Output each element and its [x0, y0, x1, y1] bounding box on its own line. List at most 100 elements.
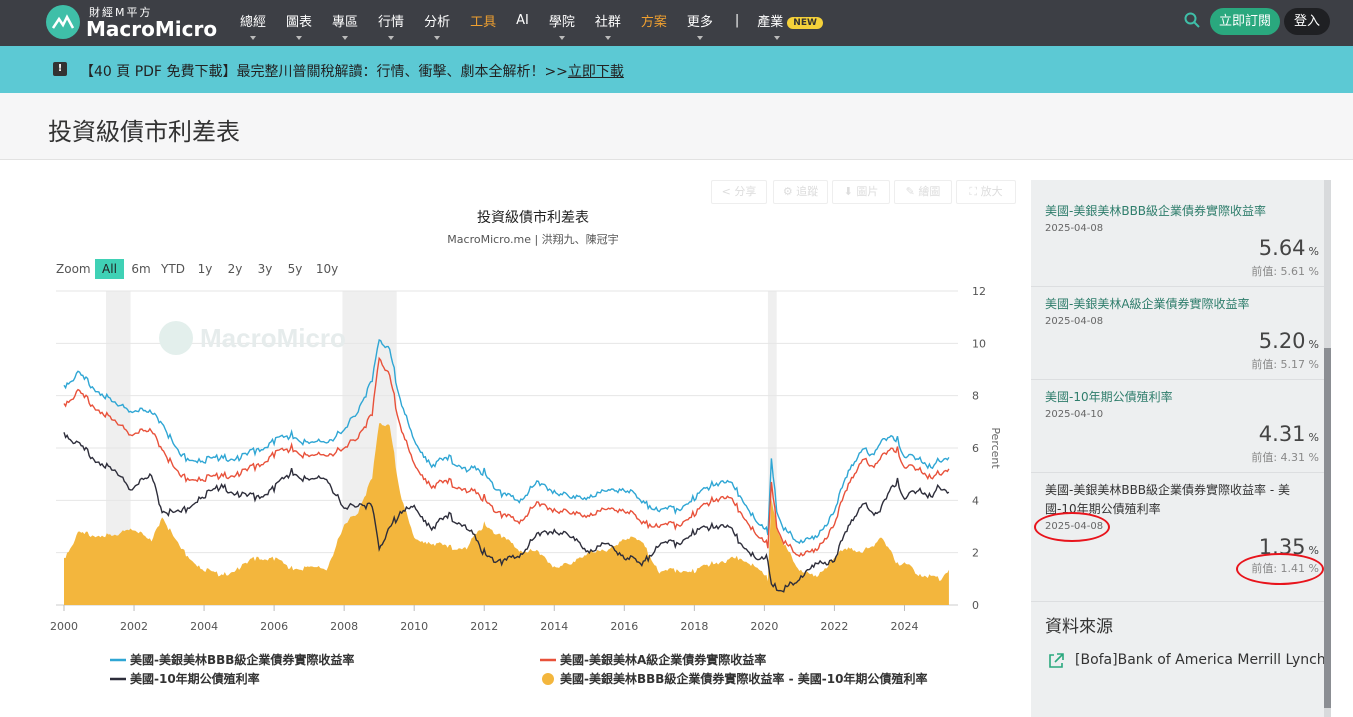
x-tick-label: 2008 [330, 620, 358, 633]
zoom-option-5y[interactable]: 5y [288, 262, 303, 276]
y-tick-label: 4 [972, 494, 979, 507]
chart-title: 投資級債市利差表 [477, 209, 589, 225]
zoom-option-6m[interactable]: 6m [131, 262, 150, 276]
nav-item-quotes[interactable]: 行情 [378, 11, 404, 40]
page-title: 投資級債市利差表 [48, 118, 240, 146]
x-tick-label: 2020 [750, 620, 778, 633]
x-tick-label: 2024 [890, 620, 918, 633]
indicator-prev-value: 前值: 5.61 % [1251, 265, 1319, 278]
new-badge: NEW [787, 16, 823, 29]
y-tick-label: 0 [972, 599, 979, 612]
subscribe-button[interactable]: 立即訂閱 [1210, 8, 1280, 35]
indicator-value: 5.20% [1258, 329, 1319, 353]
nav-item-academy[interactable]: 學院 [549, 11, 575, 40]
banner-download-link[interactable]: 立即下載 [568, 64, 624, 80]
indicator-card-10y[interactable]: 美國-10年期公債殖利率 2025-04-10 [1045, 388, 1325, 420]
search-icon[interactable] [1184, 12, 1200, 28]
x-tick-label: 2006 [260, 620, 288, 633]
zoom-option-1y[interactable]: 1y [198, 262, 213, 276]
sidebar-scrollbar-thumb[interactable] [1324, 348, 1331, 708]
indicator-value: 4.31% [1258, 422, 1319, 446]
legend-item[interactable]: 美國-美銀美林BBB級企業債券實際收益率 [130, 652, 354, 667]
chevron-down-icon [388, 35, 395, 40]
nav-item-more[interactable]: 更多 [687, 11, 713, 40]
external-link-icon [1049, 653, 1064, 668]
divider [1031, 601, 1324, 602]
chart-subtitle: MacroMicro.me | 洪翔九、陳冠宇 [447, 232, 618, 246]
macromicro-logo-icon[interactable] [46, 5, 80, 39]
chevron-down-icon [696, 35, 703, 40]
indicator-date: 2025-04-08 [1045, 316, 1104, 327]
x-tick-label: 2000 [50, 620, 78, 633]
annotation-circle [1034, 512, 1110, 542]
series-line-0 [63, 338, 950, 545]
logo-name[interactable]: MacroMicro [86, 17, 217, 41]
nav-item-ai[interactable]: AI [516, 13, 529, 34]
x-tick-label: 2010 [400, 620, 428, 633]
y-axis-label: Percent [989, 427, 1002, 469]
nav-item-tools[interactable]: 工具 [470, 11, 496, 36]
chevron-down-icon [558, 35, 565, 40]
login-button[interactable]: 登入 [1284, 8, 1330, 35]
divider [1031, 472, 1324, 473]
series-area-spread [64, 423, 949, 605]
x-tick-label: 2022 [820, 620, 848, 633]
x-tick-label: 2016 [610, 620, 638, 633]
nav-item-community[interactable]: 社群 [595, 11, 621, 40]
x-tick-label: 2018 [680, 620, 708, 633]
top-navbar: 財經M平方 MacroMicro 總經 圖表 專區 行情 分析 工具 AI 學院… [0, 0, 1353, 46]
main-nav: 總經 圖表 專區 行情 分析 工具 AI 學院 社群 方案 更多 | 產業 NEW [240, 0, 843, 46]
chevron-down-icon [342, 35, 349, 40]
divider [1031, 379, 1324, 380]
y-tick-label: 6 [972, 442, 979, 455]
nav-divider: | [734, 12, 740, 28]
indicator-name[interactable]: 美國-美銀美林BBB級企業債券實際收益率 [1045, 202, 1325, 221]
chevron-down-icon [604, 35, 611, 40]
watermark-logo-icon [159, 321, 193, 355]
zoom-option-2y[interactable]: 2y [228, 262, 243, 276]
zoom-option-ytd[interactable]: YTD [160, 262, 185, 276]
nav-item-industry[interactable]: 產業 NEW [757, 11, 823, 40]
x-tick-label: 2004 [190, 620, 218, 633]
nav-item-charts[interactable]: 圖表 [286, 11, 312, 40]
indicator-card-a[interactable]: 美國-美銀美林A級企業債券實際收益率 2025-04-08 [1045, 295, 1325, 327]
exclamation-icon: ! [53, 62, 67, 76]
legend-item[interactable]: 美國-10年期公債殖利率 [130, 671, 260, 686]
nav-item-analysis[interactable]: 分析 [424, 11, 450, 40]
indicator-name[interactable]: 美國-10年期公債殖利率 [1045, 388, 1325, 407]
y-tick-label: 2 [972, 547, 979, 560]
x-tick-label: 2012 [470, 620, 498, 633]
chart-legend: 美國-美銀美林BBB級企業債券實際收益率 美國-美銀美林A級企業債券實際收益率美國… [110, 652, 927, 686]
indicator-value: 5.64% [1258, 236, 1319, 260]
legend-item[interactable]: 美國-美銀美林A級企業債券實際收益率 [560, 652, 766, 667]
x-tick-label: 2014 [540, 620, 568, 633]
source-link[interactable]: [Bofa]Bank of America Merrill Lynch [1075, 652, 1326, 668]
zoom-option-10y[interactable]: 10y [316, 262, 338, 276]
zoom-buttons: All 6m YTD 1y 2y 3y 5y 10y [95, 259, 338, 279]
spread-chart[interactable]: 投資級債市利差表 MacroMicro.me | 洪翔九、陳冠宇 Zoom Al… [0, 160, 1020, 717]
series-line-1 [63, 356, 950, 558]
zoom-option-all[interactable]: All [102, 262, 117, 276]
indicator-name[interactable]: 美國-美銀美林A級企業債券實際收益率 [1045, 295, 1325, 314]
indicator-prev-value: 前值: 4.31 % [1251, 451, 1319, 464]
legend-item[interactable]: 美國-美銀美林BBB級企業債券實際收益率 - 美國-10年期公債殖利率 [560, 671, 927, 686]
nav-item-plans[interactable]: 方案 [641, 11, 667, 36]
indicator-sidebar: 美國-美銀美林BBB級企業債券實際收益率 2025-04-08 5.64% 前值… [1031, 180, 1331, 717]
zoom-option-3y[interactable]: 3y [258, 262, 273, 276]
indicator-date: 2025-04-10 [1045, 409, 1104, 420]
zoom-label: Zoom [56, 262, 91, 276]
y-tick-label: 10 [972, 337, 986, 350]
source-title: 資料來源 [1045, 617, 1113, 637]
annotation-circle [1236, 553, 1324, 585]
chevron-down-icon [434, 35, 441, 40]
page-title-bar: 投資級債市利差表 [0, 93, 1353, 160]
nav-item-macro[interactable]: 總經 [240, 11, 266, 40]
y-tick-label: 12 [972, 285, 986, 298]
indicator-card-bbb[interactable]: 美國-美銀美林BBB級企業債券實際收益率 2025-04-08 [1045, 202, 1325, 234]
indicator-prev-value: 前值: 5.17 % [1251, 358, 1319, 371]
x-tick-label: 2002 [120, 620, 148, 633]
chart-watermark: MacroMicro [200, 323, 346, 353]
chevron-down-icon [250, 35, 256, 40]
nav-item-topics[interactable]: 專區 [332, 11, 358, 40]
indicator-date: 2025-04-08 [1045, 223, 1104, 234]
